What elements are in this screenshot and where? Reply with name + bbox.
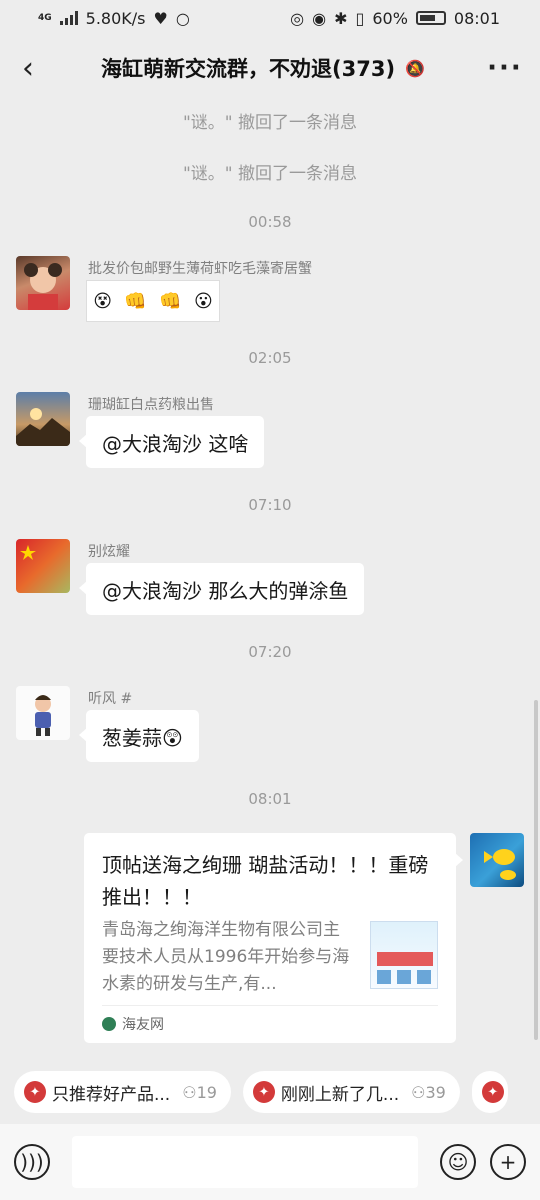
avatar[interactable] (16, 256, 70, 310)
signal-icon (59, 11, 78, 25)
sticker-message[interactable]: 😵 👊 👊 😮 (86, 280, 220, 322)
avatar[interactable] (16, 539, 70, 593)
voice-icon: ))) (20, 1150, 44, 1174)
girl-avatar-icon (24, 263, 62, 310)
plus-icon: + (499, 1150, 517, 1174)
chevron-left-icon: ‹ (22, 50, 34, 86)
sender-name: 别炫耀 (88, 544, 130, 560)
timestamp: 02:05 (248, 349, 292, 367)
recall-notice: "谜。" 撤回了一条消息 (182, 113, 358, 133)
nfc-icon: ◎ (290, 8, 305, 28)
flag-avatar-icon (20, 545, 36, 560)
scrollbar[interactable] (534, 700, 538, 1040)
message-bubble[interactable]: @大浪淘沙 这啥 (78, 416, 265, 468)
bell-off-icon: 🔕 (405, 58, 425, 78)
sender-name: 听风 # (88, 691, 133, 707)
sticker-fist-icon: 👊 (159, 290, 182, 312)
quick-chip[interactable]: ✦ 刚刚上新了几... ⚇39 (242, 1071, 460, 1113)
quick-chip[interactable]: ✦ 只推荐好产品... ⚇19 (14, 1071, 231, 1113)
person-icon: ⚇ (182, 1082, 197, 1102)
chip-count: ⚇39 (411, 1083, 446, 1102)
back-button[interactable]: ‹ (0, 36, 56, 100)
chip-label: 只推荐好产品... (52, 1084, 171, 1105)
card-description: 青岛海之绚海洋生物有限公司主要技术人员从1996年开始参与海水素的研发与生产,有… (102, 920, 350, 994)
bluetooth-icon: ✱ (334, 8, 348, 28)
quick-chip[interactable]: ✦ (471, 1071, 508, 1113)
fish-avatar-icon (484, 849, 516, 880)
person-icon: ⚇ (411, 1082, 426, 1102)
status-bar: 4G 5.80K/s ♥ ○ ◎ ◉ ✱ ▯ 60% 08:01 (0, 0, 540, 36)
link-card-message[interactable]: 顶帖送海之绚珊 瑚盐活动！！！重磅推出！！！ 青岛海之绚海洋生物有限公司主要技术… (84, 833, 463, 1043)
emoji-icon: ☺ (447, 1150, 469, 1174)
chip-count: ⚇19 (182, 1083, 217, 1102)
chip-count-value: 19 (196, 1082, 217, 1102)
chat-header: ‹ 海缸萌新交流群，不劝退(373) 🔕 ··· (0, 36, 540, 100)
avatar[interactable] (16, 392, 70, 446)
chip-logo-icon: ✦ (481, 1081, 504, 1103)
sticker-face-icon: 😵 (93, 290, 112, 312)
timestamp: 00:58 (248, 213, 292, 231)
battery-icon (415, 11, 446, 25)
input-bar: ))) ☺ + (0, 1124, 540, 1200)
chip-count-value: 39 (425, 1082, 446, 1102)
plus-button[interactable]: + (490, 1144, 526, 1180)
chip-logo-icon: ✦ (24, 1081, 46, 1103)
landscape-avatar-icon (16, 408, 70, 446)
message-input[interactable] (72, 1136, 418, 1188)
card-source: 海友网 (102, 1005, 438, 1034)
chip-logo-icon: ✦ (252, 1081, 275, 1103)
vibrate-icon: ▯ (355, 8, 365, 28)
sticker-face-icon: 😮 (194, 290, 213, 312)
battery-percent: 60% (372, 8, 408, 28)
clock: 08:01 (453, 8, 500, 28)
boy-avatar-icon (35, 695, 51, 736)
network-speed: 5.80K/s (85, 8, 146, 28)
my-avatar[interactable] (470, 833, 524, 887)
quick-chips-bar: ✦ 只推荐好产品... ⚇19 ✦ 刚刚上新了几... ⚇39 ✦ (0, 1060, 540, 1124)
timestamp: 07:10 (248, 496, 292, 514)
card-thumbnail (370, 921, 438, 989)
recall-notice: "谜。" 撤回了一条消息 (182, 164, 358, 184)
sender-name: 珊瑚缸白点药粮出售 (88, 397, 214, 413)
source-logo-icon (102, 1017, 116, 1031)
chat-message-list[interactable]: "谜。" 撤回了一条消息 "谜。" 撤回了一条消息 00:58 批发价包邮野生薄… (0, 100, 540, 1058)
chat-title-wrap: 海缸萌新交流群，不劝退(373) 🔕 (56, 53, 470, 83)
circle-icon: ○ (175, 8, 190, 28)
emoji-button[interactable]: ☺ (440, 1144, 476, 1180)
more-icon: ··· (487, 53, 523, 83)
message-bubble[interactable]: 葱姜蒜😲 (79, 710, 199, 762)
sender-name: 批发价包邮野生薄荷虾吃毛藻寄居蟹 (88, 261, 312, 277)
chip-label: 刚刚上新了几... (280, 1084, 400, 1105)
more-button[interactable]: ··· (470, 53, 540, 83)
chat-title: 海缸萌新交流群，不劝退(373) (101, 57, 396, 81)
heart-icon: ♥ (153, 8, 168, 28)
timestamp: 08:01 (248, 790, 292, 808)
card-source-name: 海友网 (122, 1017, 164, 1033)
voice-button[interactable]: ))) (14, 1144, 50, 1180)
eye-icon: ◉ (312, 8, 327, 28)
avatar[interactable] (16, 686, 70, 740)
message-bubble[interactable]: @大浪淘沙 那么大的弹涂鱼 (78, 563, 365, 615)
network-type: 4G (38, 13, 52, 23)
timestamp: 07:20 (248, 643, 292, 661)
sticker-fist-icon: 👊 (124, 290, 147, 312)
card-title: 顶帖送海之绚珊 瑚盐活动！！！重磅推出！！！ (102, 853, 429, 909)
